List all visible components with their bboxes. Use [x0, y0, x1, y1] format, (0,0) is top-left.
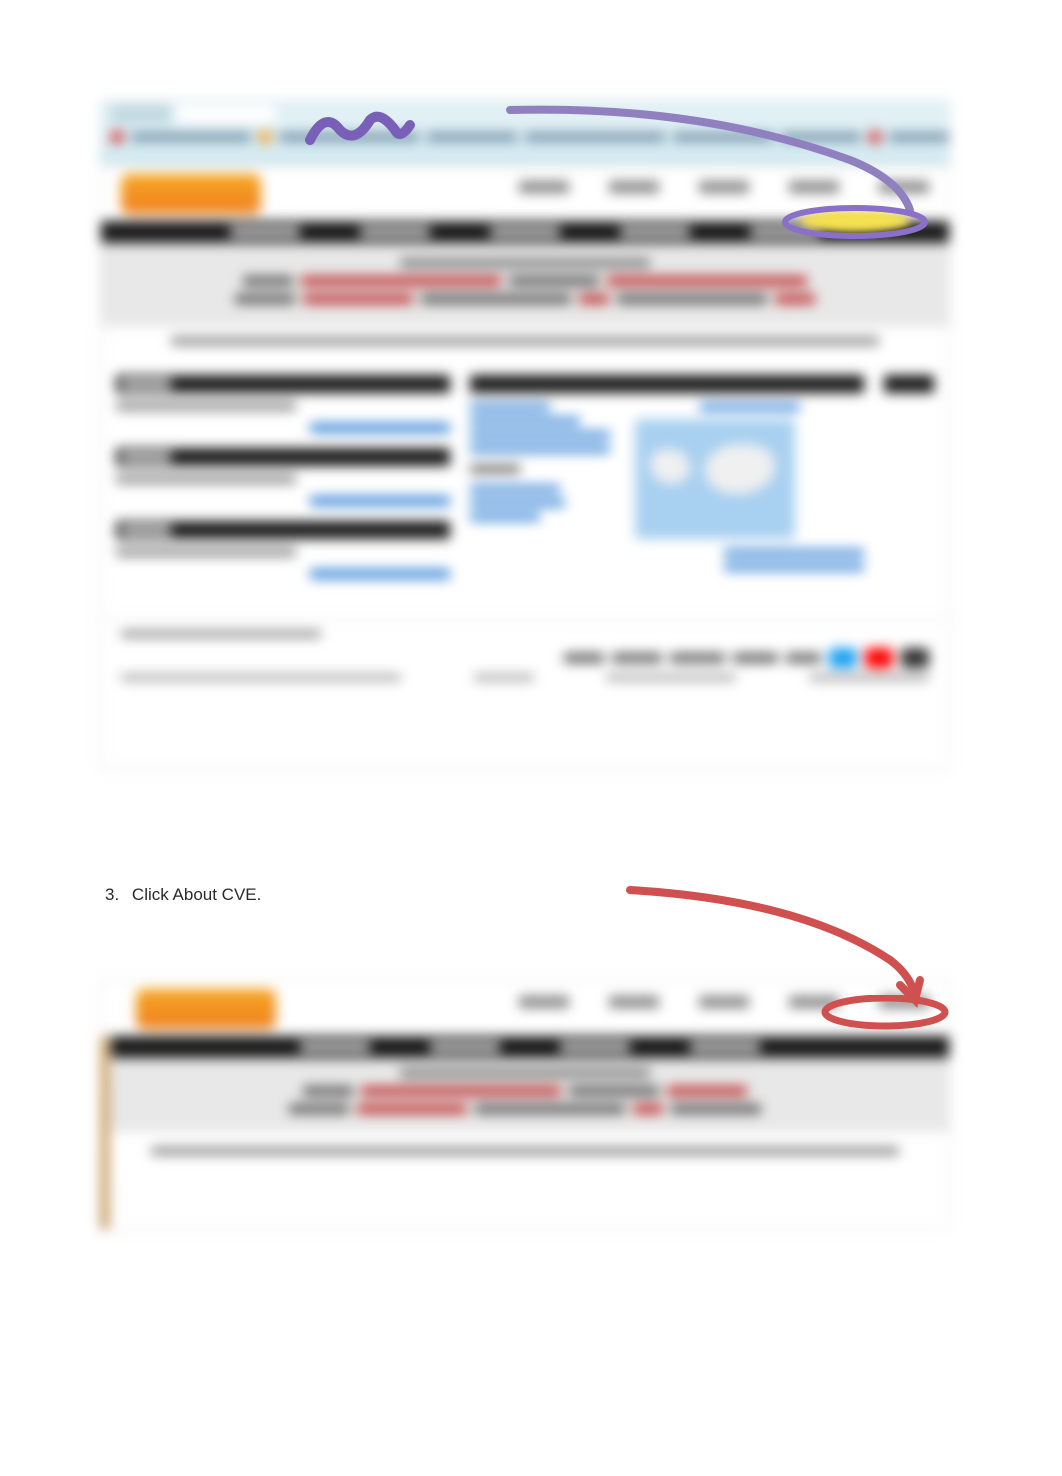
world-map — [635, 419, 795, 539]
tutorial-step-instruction: 3. Click About CVE. — [105, 885, 261, 905]
notice-banner — [101, 243, 949, 327]
annotation-circle-about-cve — [820, 995, 950, 1030]
step-number: 3. — [105, 885, 119, 904]
annotation-squiggle — [300, 100, 420, 150]
tutorial-step-screenshot-2 — [100, 980, 950, 1230]
page-footer — [101, 619, 949, 691]
cve-logo — [121, 174, 261, 214]
annotation-arrow-to-about-cve — [620, 880, 940, 1010]
cve-logo — [136, 989, 276, 1029]
annotation-circle-about-nav — [780, 205, 930, 240]
notice-banner — [101, 1058, 949, 1132]
step-instruction-text: Click About CVE. — [132, 885, 261, 904]
main-content — [101, 355, 949, 599]
tutorial-step-screenshot-1 — [100, 100, 950, 770]
